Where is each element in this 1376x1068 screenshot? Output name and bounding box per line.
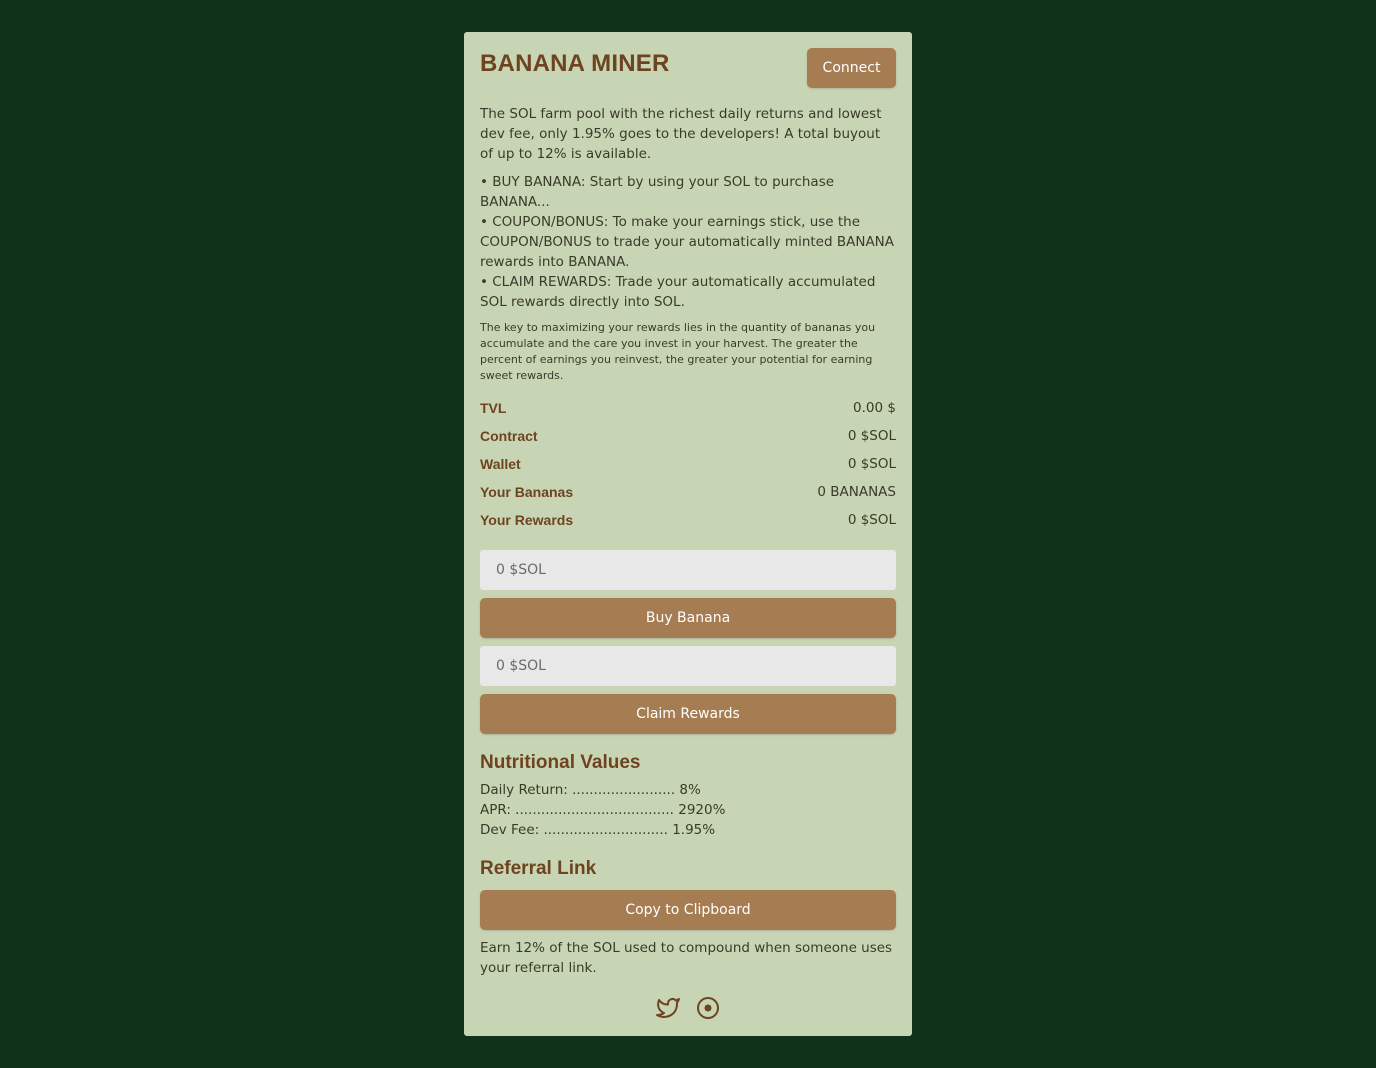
rewards-note: The key to maximizing your rewards lies … <box>480 321 876 382</box>
stat-value: 0 $SOL <box>847 512 896 528</box>
bullet-coupon-bonus: • COUPON/BONUS: To make your earnings st… <box>480 214 895 270</box>
nutrition-daily-return: Daily Return: ........................ 8… <box>480 782 701 798</box>
referral-description: Earn 12% of the SOL used to compound whe… <box>480 940 893 976</box>
bullet-buy-banana: • BUY BANANA: Start by using your SOL to… <box>480 174 835 210</box>
stat-value: 0 BANANAS <box>817 484 896 500</box>
stat-your-bananas: Your Bananas 0 BANANAS <box>480 484 896 512</box>
stat-contract: Contract 0 $SOL <box>480 428 896 456</box>
claim-rewards-button[interactable]: Claim Rewards <box>480 694 896 734</box>
buy-amount-input[interactable] <box>480 550 896 590</box>
connect-button[interactable]: Connect <box>807 48 896 88</box>
stats-list: TVL 0.00 $ Contract 0 $SOL Wallet 0 $SOL… <box>480 400 896 540</box>
nutrition-apr: APR: ...................................… <box>480 802 726 818</box>
main-card: BANANA MINER Connect The SOL farm pool w… <box>464 32 912 1036</box>
stat-label: Your Bananas <box>480 484 574 500</box>
buy-banana-button[interactable]: Buy Banana <box>480 598 896 638</box>
stat-label: TVL <box>480 400 507 416</box>
app-title: BANANA MINER <box>480 50 670 77</box>
stat-your-rewards: Your Rewards 0 $SOL <box>480 512 896 540</box>
claim-amount-input[interactable] <box>480 646 896 686</box>
twitter-icon[interactable] <box>656 996 680 1020</box>
bullet-claim-rewards: • CLAIM REWARDS: Trade your automaticall… <box>480 274 876 310</box>
stat-label: Contract <box>480 428 538 444</box>
nutrition-list: Daily Return: ........................ 8… <box>480 780 896 840</box>
header: BANANA MINER Connect <box>480 48 896 104</box>
stat-value: 0 $SOL <box>847 428 896 444</box>
stat-label: Wallet <box>480 456 521 472</box>
bullet-list: • BUY BANANA: Start by using your SOL to… <box>480 172 896 312</box>
nutrition-heading: Nutritional Values <box>480 752 641 773</box>
nutrition-dev-fee: Dev Fee: ............................. 1… <box>480 822 716 838</box>
stat-wallet: Wallet 0 $SOL <box>480 456 896 484</box>
referral-heading: Referral Link <box>480 858 597 879</box>
copy-to-clipboard-button[interactable]: Copy to Clipboard <box>480 890 896 930</box>
footer-icons <box>480 996 896 1020</box>
stat-tvl: TVL 0.00 $ <box>480 400 896 428</box>
stat-label: Your Rewards <box>480 512 574 528</box>
target-icon[interactable] <box>696 996 720 1020</box>
stat-value: 0.00 $ <box>853 400 896 416</box>
stat-value: 0 $SOL <box>847 456 896 472</box>
intro-text: The SOL farm pool with the richest daily… <box>480 106 882 162</box>
